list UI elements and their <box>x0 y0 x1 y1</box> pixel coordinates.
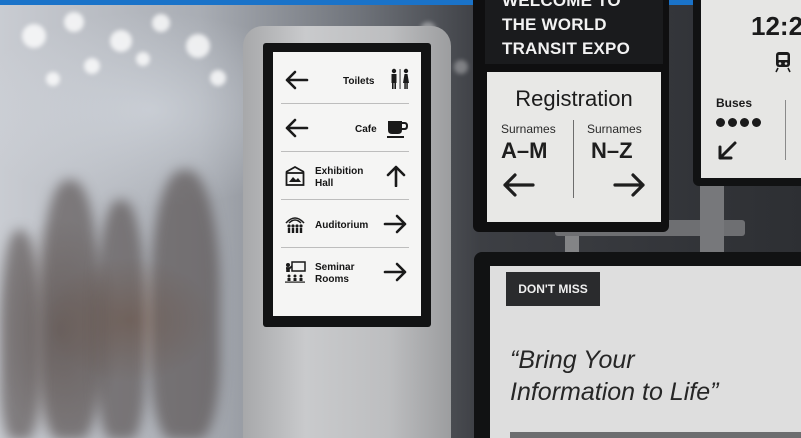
promo-scene: Toilets Cafe Exhibition Hall Auditorium … <box>0 0 801 438</box>
bokeh-light <box>186 34 210 58</box>
coffee-cup-icon <box>387 121 408 138</box>
kiosk-row-cafe[interactable]: Cafe <box>273 104 421 152</box>
kiosk-row-auditorium[interactable]: Auditorium <box>273 200 421 248</box>
arrow-right-icon <box>383 214 407 234</box>
bokeh-light <box>46 72 60 86</box>
kiosk-row-label: Exhibition <box>315 166 364 177</box>
registration-sign-header: WELCOME TO THE WORLD TRANSIT EXPO <box>485 0 663 64</box>
bokeh-light <box>110 30 132 52</box>
bokeh-light <box>210 70 226 86</box>
arrow-left-icon <box>285 70 309 90</box>
transit-divider <box>785 100 786 160</box>
dont-miss-badge: DON'T MISS <box>506 272 600 306</box>
kiosk-row-label: Auditorium <box>315 220 369 231</box>
kiosk-row-label: Rooms <box>315 274 349 285</box>
registration-title: Registration <box>515 86 633 111</box>
seminar-rooms-icon <box>285 261 306 283</box>
auditorium-icon <box>285 217 305 233</box>
quote-line: “Bring Your <box>510 346 635 374</box>
kiosk-row-label: Toilets <box>343 76 375 87</box>
arrow-left-icon <box>285 118 309 138</box>
arrow-down-left-icon <box>718 141 737 160</box>
blurred-person <box>40 180 100 438</box>
exhibition-hall-icon <box>285 165 305 186</box>
header-line: WELCOME TO <box>502 0 621 10</box>
kiosk-row-toilets[interactable]: Toilets <box>273 56 421 104</box>
header-line: THE WORLD <box>502 15 607 34</box>
dont-miss-footer-bar <box>510 432 801 438</box>
bokeh-light <box>84 58 100 74</box>
route-dot <box>728 118 737 127</box>
blurred-person <box>96 200 146 438</box>
dont-miss-panel: DON'T MISS “Bring Your Information to Li… <box>490 266 801 438</box>
route-dot <box>716 118 725 127</box>
left-surnames-label: Surnames <box>501 122 556 136</box>
kiosk-row-exhibition-hall[interactable]: Exhibition Hall <box>273 152 421 200</box>
route-dot <box>752 118 761 127</box>
sign-bracket <box>700 186 724 256</box>
bokeh-light <box>152 14 170 32</box>
registration-divider <box>573 120 574 198</box>
left-surname-range: A–M <box>501 138 548 163</box>
dont-miss-badge-label: DON'T MISS <box>518 282 588 296</box>
bokeh-light <box>22 24 46 48</box>
transit-info-panel: 12:2 Buses <box>701 0 801 178</box>
kiosk-row-label: Hall <box>315 178 334 189</box>
blurred-person <box>150 170 220 438</box>
arrow-right-icon <box>613 173 645 197</box>
right-surname-range: N–Z <box>591 138 633 163</box>
kiosk-screen: Toilets Cafe Exhibition Hall Auditorium … <box>273 52 421 316</box>
kiosk-row-label: Seminar <box>315 262 355 273</box>
bokeh-light <box>136 52 150 66</box>
accent-bar <box>0 0 801 5</box>
kiosk-row-label: Cafe <box>355 124 377 135</box>
arrow-up-icon <box>386 165 406 187</box>
clock-time: 12:2 <box>751 11 801 41</box>
arrow-right-icon <box>383 262 407 282</box>
quote-line: Information to Life” <box>510 378 719 406</box>
buses-label: Buses <box>716 96 753 110</box>
toilets-icon <box>391 68 409 89</box>
kiosk-row-seminar-rooms[interactable]: Seminar Rooms <box>273 248 421 296</box>
bus-route-dots <box>716 118 776 128</box>
registration-panel: Registration Surnames Surnames A–M N–Z <box>487 72 661 222</box>
train-icon <box>775 52 791 73</box>
route-dot <box>740 118 749 127</box>
arrow-left-icon <box>503 173 535 197</box>
bokeh-light <box>454 60 468 74</box>
blurred-person <box>0 230 40 438</box>
bokeh-light <box>64 12 84 32</box>
header-line: TRANSIT EXPO <box>502 39 631 58</box>
right-surnames-label: Surnames <box>587 122 642 136</box>
